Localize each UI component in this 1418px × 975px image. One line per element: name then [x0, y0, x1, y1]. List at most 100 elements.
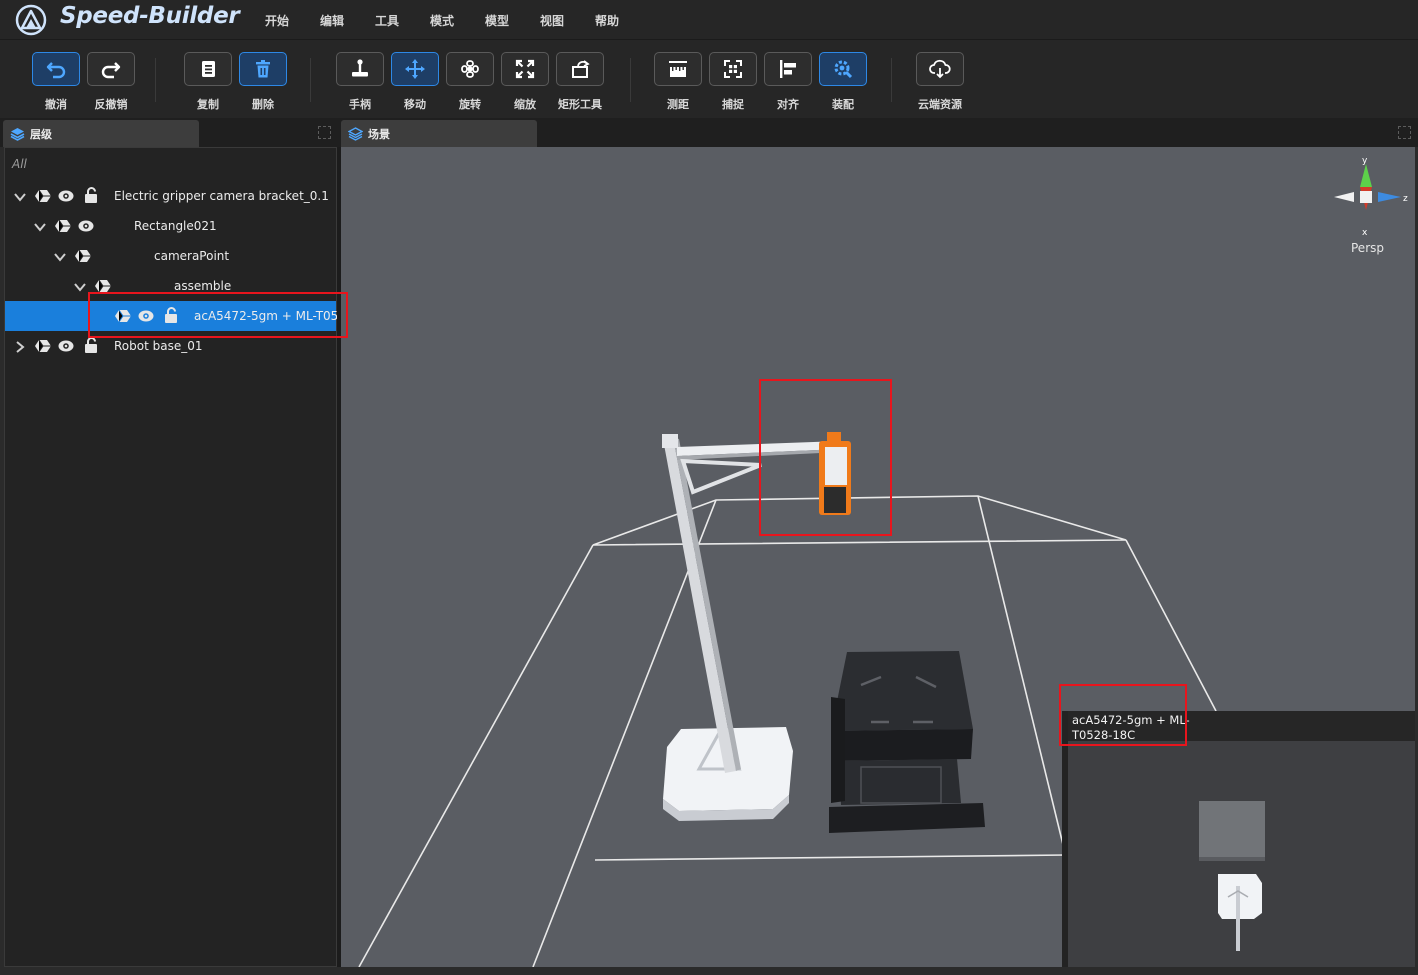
tab-hierarchy[interactable]: 层级 [3, 120, 199, 147]
cube-icon [95, 279, 111, 293]
menubar: Speed-Builder 开始 编辑 工具 模式 模型 视图 帮助 [0, 0, 1418, 40]
highlight-box-camera-model [759, 379, 892, 536]
tree-item-electric-gripper-bracket[interactable]: Electric gripper camera bracket_0.1 [5, 181, 336, 211]
toolbar: 撤消 反撤销 复制 删除 手柄 移动 旋转 缩放 矩形工具 测距 捕捉 对齐 装… [0, 40, 1418, 118]
delete-label: 删除 [252, 98, 274, 111]
chevron-down-icon[interactable] [54, 251, 66, 263]
rect-tool-button[interactable]: 矩形工具 [555, 52, 605, 112]
handle-icon [352, 59, 368, 77]
tree-item-label: Electric gripper camera bracket_0.1 [114, 189, 329, 203]
projection-mode-label[interactable]: Persp [1351, 241, 1384, 255]
menu-start[interactable]: 开始 [265, 12, 289, 29]
scale-button[interactable]: 缩放 [500, 52, 550, 112]
copy-button[interactable]: 复制 [183, 52, 233, 112]
tab-scene[interactable]: 场景 [341, 120, 537, 147]
assemble-icon [834, 60, 853, 79]
app-window: Speed-Builder 开始 编辑 工具 模式 模型 视图 帮助 撤消 反撤… [0, 0, 1418, 975]
cube-icon [55, 219, 71, 233]
measure-label: 测距 [667, 98, 689, 111]
copy-icon [202, 61, 215, 77]
redo-button[interactable]: 反撤销 [86, 52, 136, 112]
undo-button[interactable]: 撤消 [31, 52, 81, 112]
layers-icon [10, 127, 25, 141]
rotate-label: 旋转 [459, 98, 481, 111]
rotate-button[interactable]: 旋转 [445, 52, 495, 112]
scene-header: 场景 [341, 118, 1418, 147]
cloud-download-icon [929, 59, 951, 79]
tree-item-label: cameraPoint [154, 249, 230, 263]
measure-button[interactable]: 测距 [653, 52, 703, 112]
gizmo-x-label: x [1362, 228, 1368, 238]
copy-label: 复制 [197, 98, 219, 111]
move-label: 移动 [404, 98, 426, 111]
scale-label: 缩放 [514, 98, 536, 111]
camera-preview-window: acA5472-5gm + ML-T0528-18C [1062, 711, 1415, 967]
undo-label: 撤消 [45, 98, 67, 111]
gizmo-y-label: y [1362, 156, 1368, 166]
menu-edit[interactable]: 编辑 [320, 12, 344, 29]
menu-help[interactable]: 帮助 [595, 12, 619, 29]
chevron-down-icon[interactable] [34, 221, 46, 233]
app-title: Speed-Builder [60, 3, 240, 29]
cloud-resources-button[interactable]: 云端资源 [915, 52, 965, 112]
redo-icon [101, 62, 121, 79]
scene-title: 场景 [368, 127, 390, 141]
tree-item-label: assemble [174, 279, 232, 293]
menu-tools[interactable]: 工具 [375, 12, 399, 29]
camera-preview-image [1199, 801, 1265, 951]
rect-tool-label: 矩形工具 [558, 98, 602, 111]
assemble-label: 装配 [832, 98, 854, 111]
highlight-box-tree-item [88, 292, 348, 338]
maximize-icon[interactable] [1398, 126, 1411, 139]
cube-icon [75, 249, 91, 263]
rotate-icon [461, 60, 479, 78]
ruler-icon [669, 61, 687, 77]
menu-view[interactable]: 视图 [540, 12, 564, 29]
snap-label: 捕捉 [722, 98, 744, 111]
hierarchy-filter[interactable]: All [12, 157, 27, 171]
maximize-icon[interactable] [318, 126, 331, 139]
tree-item-camerapoint[interactable]: cameraPoint [5, 241, 336, 271]
snap-button[interactable]: 捕捉 [708, 52, 758, 112]
menu-mode[interactable]: 模式 [430, 12, 454, 29]
handle-label: 手柄 [349, 98, 371, 111]
rect-tool-icon [572, 60, 590, 78]
menu-model[interactable]: 模型 [485, 12, 509, 29]
gizmo-z-label: z [1403, 194, 1408, 204]
eye-icon[interactable] [58, 189, 74, 203]
toolbar-divider [891, 58, 892, 102]
trash-icon [256, 60, 270, 78]
align-button[interactable]: 对齐 [763, 52, 813, 112]
toolbar-divider [310, 58, 311, 102]
move-button[interactable]: 移动 [390, 52, 440, 112]
scene-viewport[interactable]: y z x Persp acA5472-5gm + ML-T0528-18C [341, 147, 1415, 967]
delete-button[interactable]: 删除 [238, 52, 288, 112]
undo-icon [46, 62, 66, 79]
layers-icon [348, 126, 363, 141]
eye-icon[interactable] [78, 219, 94, 233]
eye-icon[interactable] [58, 339, 74, 353]
status-bar [0, 967, 1418, 975]
unlock-icon[interactable] [83, 187, 99, 203]
tree-item-label: Rectangle021 [134, 219, 217, 233]
tree-item-rectangle021[interactable]: Rectangle021 [5, 211, 336, 241]
redo-label: 反撤销 [94, 98, 128, 111]
chevron-down-icon[interactable] [14, 191, 26, 203]
chevron-right-icon[interactable] [14, 341, 26, 353]
unlock-icon[interactable] [83, 337, 99, 353]
cube-icon [35, 339, 51, 353]
snap-icon [724, 60, 742, 78]
align-label: 对齐 [777, 98, 799, 111]
handle-button[interactable]: 手柄 [335, 52, 385, 112]
chevron-down-icon[interactable] [74, 281, 86, 293]
cube-icon [35, 189, 51, 203]
hierarchy-panel: All Electric gripper camera bracket_0.1 … [4, 147, 354, 967]
toolbar-divider [630, 58, 631, 102]
tree-item-label: Robot base_01 [114, 339, 203, 353]
move-icon [405, 59, 425, 79]
hierarchy-header: 层级 [0, 118, 341, 147]
cloud-resources-label: 云端资源 [918, 98, 962, 111]
app-logo-icon [15, 4, 47, 36]
assemble-button[interactable]: 装配 [818, 52, 868, 112]
hierarchy-title: 层级 [30, 127, 52, 141]
